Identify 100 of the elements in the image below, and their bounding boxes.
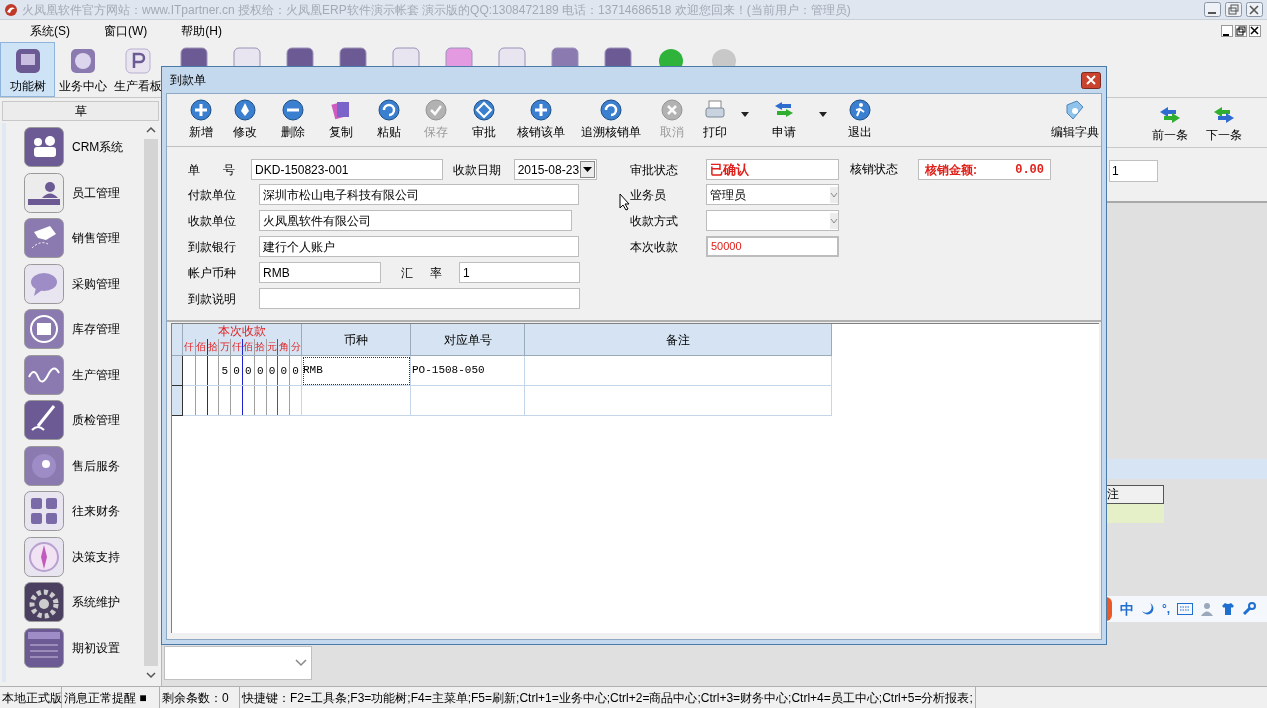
field-label: 付款单位 [187, 186, 237, 204]
next-button[interactable]: 下一条 [1206, 104, 1242, 144]
column-header[interactable]: 币种 [302, 324, 411, 356]
toolbar-button[interactable]: 编辑字典 [1051, 94, 1099, 146]
people-icon[interactable] [24, 127, 64, 167]
table-cell[interactable]: PO-1508-050 [411, 356, 525, 386]
scrollbar[interactable] [143, 123, 159, 682]
input-field[interactable]: 50000 [706, 236, 839, 257]
sidebar-item[interactable]: 采购管理 [72, 274, 120, 293]
compass-icon[interactable] [24, 536, 64, 577]
refresh-icon [378, 99, 400, 121]
input-field[interactable] [259, 288, 580, 309]
input-field[interactable]: RMB [259, 262, 381, 283]
date-field[interactable]: 2015-08-23 [513, 159, 597, 180]
toolbar-button[interactable]: 退出 [833, 99, 887, 141]
status-text: 快捷键：F2=工具条;F3=功能树;F4=主菜单;F5=刷新;Ctrl+1=业务中心;Ctrl+2=商品中心;Ctrl+3=财务中心;Ctrl+4=员工中心;Ctrl+5=分析报表; [240, 687, 976, 708]
field-label: 单 号 [187, 161, 237, 179]
cards-icon [330, 99, 352, 121]
close-icon[interactable] [1249, 25, 1261, 37]
table-cell[interactable] [302, 386, 411, 416]
dropdown[interactable]: 管理员 [706, 184, 839, 205]
sidebar-item[interactable]: 库存管理 [72, 320, 120, 338]
toolbar-button[interactable]: 复制 [317, 99, 365, 141]
box-icon[interactable] [24, 309, 64, 349]
shirt-icon[interactable] [1221, 602, 1236, 616]
id-card-icon[interactable] [24, 172, 64, 213]
sidebar-item[interactable]: CRM系统 [72, 138, 124, 156]
close-icon[interactable] [1081, 71, 1101, 89]
input-field[interactable]: 1 [1109, 160, 1158, 182]
field-label: 核销状态 [850, 161, 898, 178]
notepad-icon[interactable] [24, 627, 64, 668]
row-header[interactable] [172, 356, 183, 386]
sidebar-item[interactable]: 售后服务 [72, 456, 120, 475]
caret-down-icon[interactable] [741, 112, 749, 118]
column-header: 角 [277, 339, 290, 355]
panel-header: 草 [2, 101, 159, 121]
sidebar-item[interactable]: 销售管理 [72, 229, 120, 247]
caret-down-icon[interactable] [819, 112, 827, 118]
menu-item[interactable]: 窗口(W) [98, 22, 154, 40]
refresh-icon [600, 99, 622, 121]
map-icon[interactable] [24, 218, 64, 258]
toolbar-button[interactable]: 功能树 [0, 42, 55, 97]
toolbar-button[interactable]: 追溯核销单 [573, 99, 649, 141]
toolbar-button[interactable]: 删除 [269, 99, 317, 141]
sidebar-item[interactable]: 生产管理 [72, 365, 120, 384]
table-cell[interactable] [525, 386, 832, 416]
toolbar-button[interactable]: 核销该单 [509, 99, 573, 141]
gear-icon[interactable] [24, 582, 64, 622]
wrench-icon[interactable] [1242, 602, 1257, 616]
plus-icon [190, 99, 212, 121]
digit-cell: 0 [277, 356, 290, 385]
sidebar-item[interactable]: 质检管理 [72, 411, 120, 429]
field-label: 收款方式 [630, 212, 679, 230]
mouse-cursor-icon [619, 193, 631, 211]
table-cell[interactable] [525, 356, 832, 386]
moon-icon[interactable] [1141, 602, 1155, 616]
menu-item[interactable]: 帮助(H) [175, 22, 228, 40]
row-header[interactable] [172, 386, 183, 416]
column-header[interactable]: 对应单号 [411, 324, 525, 356]
restore-icon[interactable] [1235, 25, 1247, 37]
input-field[interactable]: 建行个人账户 [259, 236, 579, 257]
sidebar-item[interactable]: 员工管理 [72, 183, 120, 202]
punctuation-mode[interactable]: °, [1162, 600, 1171, 618]
minimize-icon[interactable] [1221, 25, 1233, 37]
previous-button[interactable]: 前一条 [1152, 104, 1188, 144]
sidebar-item[interactable]: 决策支持 [72, 547, 120, 566]
menu-item[interactable]: 系统(S) [24, 22, 76, 40]
toolbar-button[interactable]: 粘贴 [365, 99, 413, 141]
status-text: 剩余条数：0 [160, 687, 240, 708]
ime-mode[interactable]: 中 [1120, 598, 1134, 620]
input-field[interactable]: 火凤凰软件有限公司 [259, 210, 572, 231]
close-icon[interactable] [1246, 2, 1263, 17]
toolbar-button[interactable]: 审批 [459, 99, 509, 141]
sidebar-item[interactable]: 往来财务 [72, 502, 120, 520]
keyboard-icon[interactable] [1177, 603, 1194, 615]
field-label: 业务员 [630, 186, 667, 204]
toolbar-button[interactable]: 新增 [181, 99, 221, 141]
toolbar-button[interactable]: 修改 [221, 99, 269, 141]
toolbar-button[interactable]: 业务中心 [55, 42, 110, 97]
toolbar-button[interactable]: 申请 [755, 99, 813, 141]
field-label: 收款日期 [453, 161, 503, 179]
speech-bubble-icon[interactable] [24, 263, 64, 304]
toolbar-button[interactable]: 打印 [695, 99, 735, 141]
table-cell[interactable] [411, 386, 525, 416]
status-text: 消息正常提醒 ■ [62, 687, 160, 708]
field-label: 到款说明 [187, 290, 237, 308]
sidebar-item[interactable]: 期初设置 [72, 638, 120, 657]
minimize-icon[interactable] [1204, 2, 1221, 17]
sidebar-item[interactable]: 系统维护 [72, 593, 120, 611]
chart-icon[interactable] [24, 354, 64, 395]
input-field[interactable]: 深圳市松山电子科技有限公司 [259, 184, 579, 205]
column-header: 佰 [242, 339, 254, 355]
input-field[interactable]: DKD-150823-001 [251, 159, 444, 180]
table-cell[interactable]: RMB [302, 356, 411, 386]
brush-icon[interactable] [24, 400, 64, 440]
column-header: 佰 [194, 339, 207, 355]
input-field[interactable]: 1 [459, 262, 580, 283]
calculator-icon[interactable] [24, 491, 64, 531]
column-header[interactable]: 备注 [525, 324, 832, 356]
running-person-icon [849, 99, 871, 121]
